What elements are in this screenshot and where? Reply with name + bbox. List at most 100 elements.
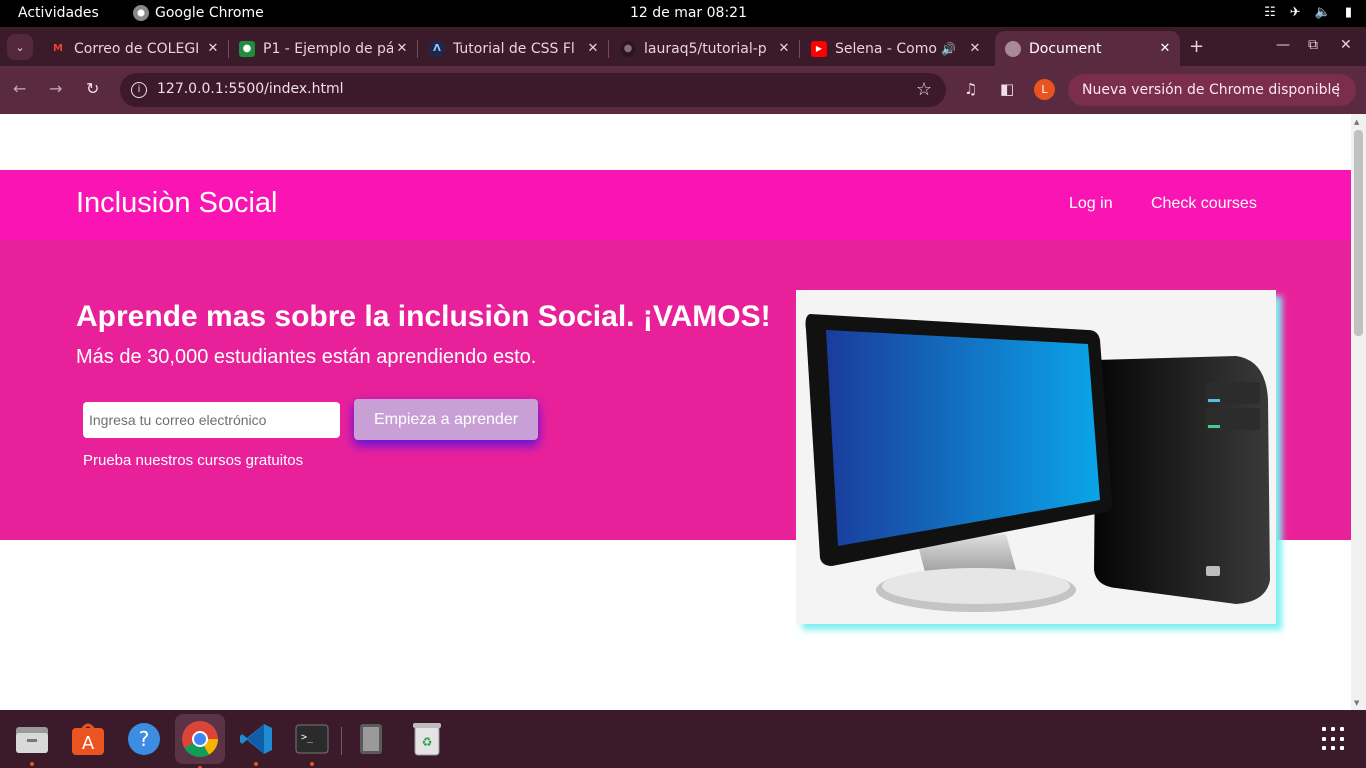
- page-viewport: Inclusiòn Social Log in Check courses Ap…: [0, 114, 1351, 710]
- app-menu[interactable]: Google Chrome: [133, 5, 264, 21]
- app-menu-label: Google Chrome: [155, 5, 264, 21]
- youtube-icon: ▶: [811, 40, 827, 57]
- github-icon: ●: [620, 40, 636, 57]
- system-top-bar: Actividades Google Chrome 12 de mar 08:2…: [0, 0, 1366, 27]
- running-indicator: [310, 762, 314, 766]
- tab-search-button[interactable]: ⌄: [7, 34, 33, 60]
- tab-title: Selena - Como: [835, 40, 937, 57]
- close-icon[interactable]: ✕: [966, 41, 984, 56]
- free-courses-text: Prueba nuestros cursos gratuitos: [83, 452, 304, 469]
- show-apps-icon[interactable]: [1322, 727, 1346, 751]
- tab-classroom[interactable]: ● P1 - Ejemplo de pá ✕: [229, 31, 418, 66]
- system-tray[interactable]: ☷ ✈ 🔈 ▮: [1264, 5, 1352, 20]
- device-icon: [360, 724, 382, 754]
- url-text[interactable]: 127.0.0.1:5500/index.html: [157, 81, 344, 97]
- help-icon: ?: [128, 723, 160, 755]
- restore-button[interactable]: ⧉: [1308, 37, 1318, 53]
- ubuntu-dock: A ? >_ ♻: [0, 710, 1366, 768]
- close-icon[interactable]: ✕: [584, 41, 602, 56]
- check-courses-link[interactable]: Check courses: [1151, 195, 1257, 213]
- vscode-icon: [240, 724, 272, 754]
- tab-title: lauraq5/tutorial-p: [644, 40, 767, 57]
- tab-separator: [799, 40, 800, 58]
- page-scrollbar[interactable]: ▲ ▼: [1351, 114, 1366, 710]
- tab-title: Correo de COLEGI: [74, 40, 200, 57]
- arrow-left-icon: ←: [13, 79, 27, 98]
- svg-text:>_: >_: [301, 732, 314, 743]
- computer-illustration: [796, 290, 1276, 624]
- close-icon[interactable]: ✕: [393, 41, 411, 56]
- new-tab-button[interactable]: +: [1189, 36, 1204, 57]
- audio-playing-icon[interactable]: 🔊: [941, 42, 956, 56]
- chrome-icon: [182, 721, 218, 758]
- scroll-up-icon[interactable]: ▲: [1354, 118, 1359, 126]
- tutorial-site-icon: Λ: [429, 40, 445, 57]
- close-icon[interactable]: ✕: [204, 41, 222, 56]
- back-button[interactable]: ←: [13, 79, 26, 98]
- tab-strip: ⌄ M Correo de COLEGI ✕ ● P1 - Ejemplo de…: [0, 27, 1366, 66]
- activities-button[interactable]: Actividades: [18, 5, 99, 21]
- site-navbar: Inclusiòn Social Log in Check courses: [0, 170, 1351, 240]
- reload-icon: ↻: [86, 79, 100, 98]
- files-icon: [16, 727, 48, 753]
- tab-github[interactable]: ● lauraq5/tutorial-p ✕: [610, 31, 800, 66]
- network-icon: ☷: [1264, 5, 1276, 20]
- tab-title: Document: [1029, 40, 1102, 57]
- site-info-icon[interactable]: i: [131, 82, 147, 98]
- close-icon[interactable]: ✕: [775, 41, 793, 56]
- hero-heading: Aprende mas sobre la inclusiòn Social. ¡…: [76, 300, 771, 333]
- tab-css-tutorial[interactable]: Λ Tutorial de CSS Fl ✕: [419, 31, 609, 66]
- chevron-down-icon: ⌄: [15, 40, 25, 54]
- bookmark-star-icon[interactable]: ☆: [916, 79, 932, 100]
- desktop-computer-image: [805, 314, 1270, 612]
- svg-text:♻: ♻: [422, 735, 433, 749]
- chrome-update-button[interactable]: Nueva versión de Chrome disponible ⋮: [1068, 74, 1356, 106]
- battery-icon: ▮: [1344, 5, 1352, 20]
- address-bar[interactable]: i 127.0.0.1:5500/index.html ☆: [120, 73, 946, 107]
- dock-app-center[interactable]: A: [67, 718, 109, 760]
- reload-button[interactable]: ↻: [86, 79, 99, 98]
- login-link[interactable]: Log in: [1069, 195, 1113, 213]
- svg-text:A: A: [82, 733, 95, 754]
- trash-icon: ♻: [413, 723, 441, 756]
- minimize-button[interactable]: —: [1276, 37, 1290, 53]
- dock-chrome[interactable]: [175, 714, 225, 768]
- email-field[interactable]: [83, 402, 340, 438]
- classroom-icon: ●: [239, 40, 255, 57]
- running-indicator: [30, 762, 34, 766]
- clock[interactable]: 12 de mar 08:21: [630, 5, 747, 21]
- start-learning-button[interactable]: Empieza a aprender: [354, 399, 538, 440]
- browser-toolbar: ← → ↻ i 127.0.0.1:5500/index.html ☆ ♫ ◧ …: [0, 66, 1366, 114]
- globe-icon: [1005, 40, 1021, 57]
- gmail-icon: M: [53, 43, 63, 54]
- arrow-right-icon: →: [49, 79, 63, 98]
- airplane-mode-icon: ✈: [1289, 5, 1301, 20]
- side-panel-icon[interactable]: ◧: [1000, 80, 1014, 98]
- dock-trash[interactable]: ♻: [406, 718, 448, 760]
- dock-help[interactable]: ?: [123, 718, 165, 760]
- scroll-down-icon[interactable]: ▼: [1354, 699, 1359, 707]
- media-controls-icon[interactable]: ♫: [964, 80, 977, 98]
- tab-title: Tutorial de CSS Fl: [453, 40, 575, 57]
- volume-icon: 🔈: [1314, 5, 1331, 20]
- forward-button[interactable]: →: [49, 79, 62, 98]
- svg-text:?: ?: [139, 727, 150, 751]
- update-label: Nueva versión de Chrome disponible: [1082, 82, 1340, 98]
- tab-document[interactable]: Document ✕: [995, 31, 1180, 66]
- window-close-button[interactable]: ✕: [1340, 37, 1352, 53]
- tab-gmail[interactable]: M Correo de COLEGI ✕: [40, 31, 229, 66]
- site-brand[interactable]: Inclusiòn Social: [76, 187, 278, 220]
- dock-files[interactable]: [11, 718, 53, 766]
- hero-subtitle: Más de 30,000 estudiantes están aprendie…: [76, 346, 537, 368]
- dock-device[interactable]: [350, 718, 392, 760]
- close-icon[interactable]: ✕: [1156, 41, 1174, 56]
- scrollbar-thumb[interactable]: [1354, 130, 1363, 336]
- terminal-icon: >_: [295, 724, 329, 754]
- more-menu-icon[interactable]: ⋮: [1330, 80, 1346, 99]
- dock-vscode[interactable]: [235, 718, 277, 766]
- dock-terminal[interactable]: >_: [291, 718, 333, 766]
- profile-avatar[interactable]: L: [1034, 79, 1055, 100]
- tab-title: P1 - Ejemplo de pá: [263, 40, 393, 57]
- tab-separator: [608, 40, 609, 58]
- tab-youtube[interactable]: ▶ Selena - Como 🔊 ✕: [801, 31, 990, 66]
